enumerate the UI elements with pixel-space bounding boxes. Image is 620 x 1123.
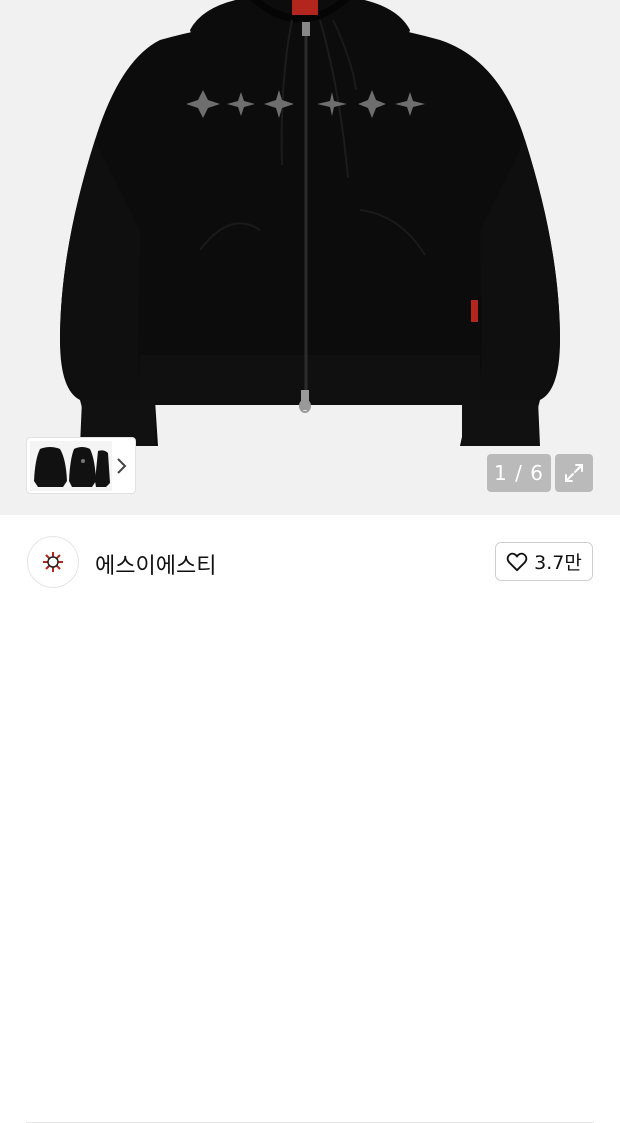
expand-button[interactable] [555, 454, 593, 492]
shop-logo[interactable] [27, 536, 79, 588]
thumbnail-strip[interactable] [26, 437, 136, 494]
hoodie-thumbnails[interactable] [30, 440, 112, 491]
shop-name[interactable]: 에스이에스티 [95, 548, 216, 580]
like-button[interactable]: 3.7만 [495, 542, 593, 581]
like-count: 3.7만 [534, 552, 582, 574]
product-image-gallery[interactable]: 1 / 6 [0, 0, 620, 515]
heart-outline-icon [506, 552, 528, 571]
expand-icon [565, 464, 583, 482]
sun-burst-logo-icon [43, 552, 63, 572]
image-counter: 1 / 6 [487, 454, 551, 492]
shop-info: 에스이에스티 3.7만 [0, 515, 620, 1123]
chevron-right-icon[interactable] [115, 457, 127, 475]
